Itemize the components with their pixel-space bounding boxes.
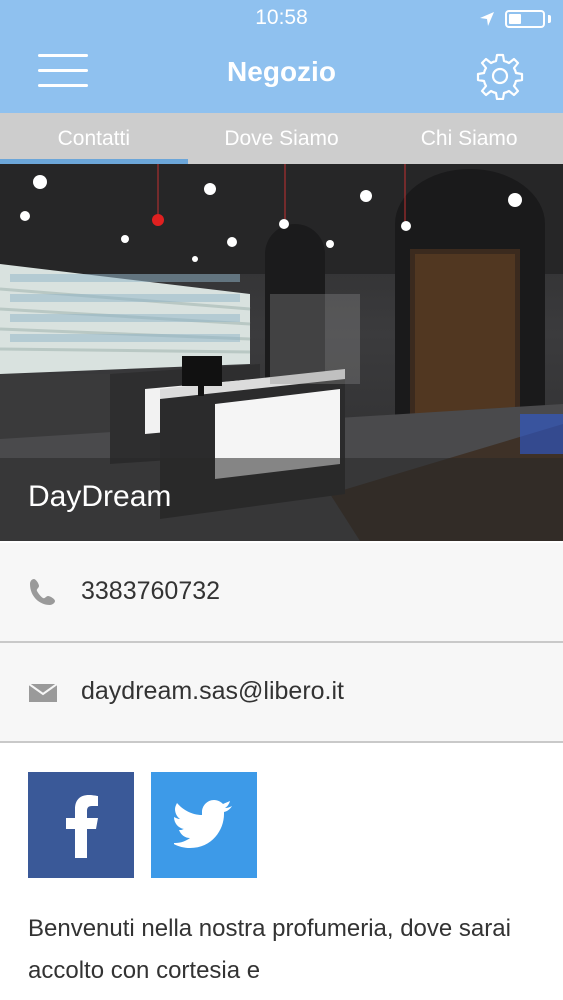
tab-bar: Contatti Dove Siamo Chi Siamo [0, 113, 563, 164]
battery-tip [548, 15, 551, 23]
phone-number: 3383760732 [81, 577, 221, 605]
twitter-icon [174, 800, 232, 848]
settings-button[interactable] [476, 52, 524, 101]
email-row[interactable]: daydream.sas@libero.it [0, 643, 563, 743]
store-description: Benvenuti nella nostra profumeria, dove … [28, 915, 511, 984]
hero-caption-bar: DayDream [0, 458, 563, 541]
store-photo: DayDream [0, 164, 563, 541]
store-name: DayDream [28, 480, 172, 513]
envelope-icon [28, 683, 58, 702]
twitter-button[interactable] [151, 772, 257, 878]
tab-dove-siamo[interactable]: Dove Siamo [188, 113, 376, 164]
phone-icon [30, 579, 55, 605]
status-indicators [479, 6, 551, 32]
app-header: 10:58 Negozio [0, 0, 563, 113]
battery-icon [505, 10, 545, 28]
facebook-button[interactable] [28, 772, 134, 878]
tab-contatti[interactable]: Contatti [0, 113, 188, 164]
social-buttons [28, 772, 257, 878]
location-arrow-icon [479, 11, 495, 27]
facebook-icon [66, 795, 98, 858]
tab-chi-siamo[interactable]: Chi Siamo [375, 113, 563, 164]
email-address: daydream.sas@libero.it [81, 677, 344, 705]
phone-row[interactable]: 3383760732 [0, 543, 563, 643]
gear-icon [476, 53, 524, 101]
